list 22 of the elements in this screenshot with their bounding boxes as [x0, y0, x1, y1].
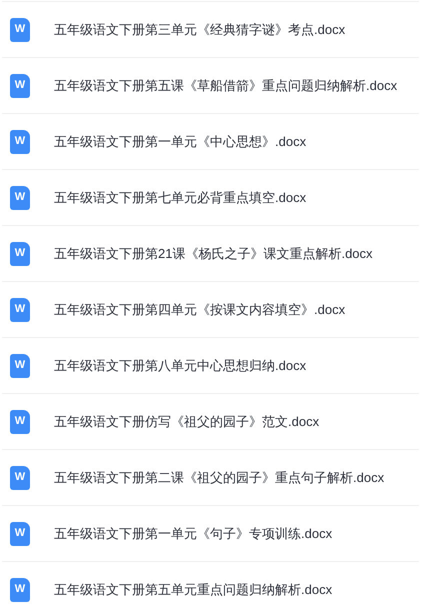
word-document-icon: W: [10, 522, 30, 546]
file-name[interactable]: 五年级语文下册第三单元《经典猜字谜》考点.docx: [54, 20, 346, 40]
file-name[interactable]: 五年级语文下册第二课《祖父的园子》重点句子解析.docx: [54, 468, 384, 488]
word-document-icon: W: [10, 466, 30, 490]
word-document-icon: W: [10, 242, 30, 266]
file-name[interactable]: 五年级语文下册第21课《杨氏之子》课文重点解析.docx: [54, 244, 373, 264]
file-name[interactable]: 五年级语文下册第八单元中心思想归纳.docx: [54, 356, 306, 376]
word-document-icon: W: [10, 578, 30, 602]
file-name[interactable]: 五年级语文下册仿写《祖父的园子》范文.docx: [54, 412, 320, 432]
word-document-icon: W: [10, 18, 30, 42]
word-document-icon: W: [10, 298, 30, 322]
word-document-icon: W: [10, 74, 30, 98]
file-name[interactable]: 五年级语文下册第四单元《按课文内容填空》.docx: [54, 300, 346, 320]
word-document-icon: W: [10, 130, 30, 154]
word-document-icon: W: [10, 410, 30, 434]
file-name[interactable]: 五年级语文下册第一单元《句子》专项训练.docx: [54, 524, 332, 544]
file-name[interactable]: 五年级语文下册第五课《草船借箭》重点问题归纳解析.docx: [54, 76, 398, 96]
file-name[interactable]: 五年级语文下册第七单元必背重点填空.docx: [54, 188, 306, 208]
word-document-icon: W: [10, 354, 30, 378]
file-name[interactable]: 五年级语文下册第一单元《中心思想》.docx: [54, 132, 306, 152]
word-document-icon: W: [10, 186, 30, 210]
file-name[interactable]: 五年级语文下册第五单元重点问题归纳解析.docx: [54, 580, 332, 600]
